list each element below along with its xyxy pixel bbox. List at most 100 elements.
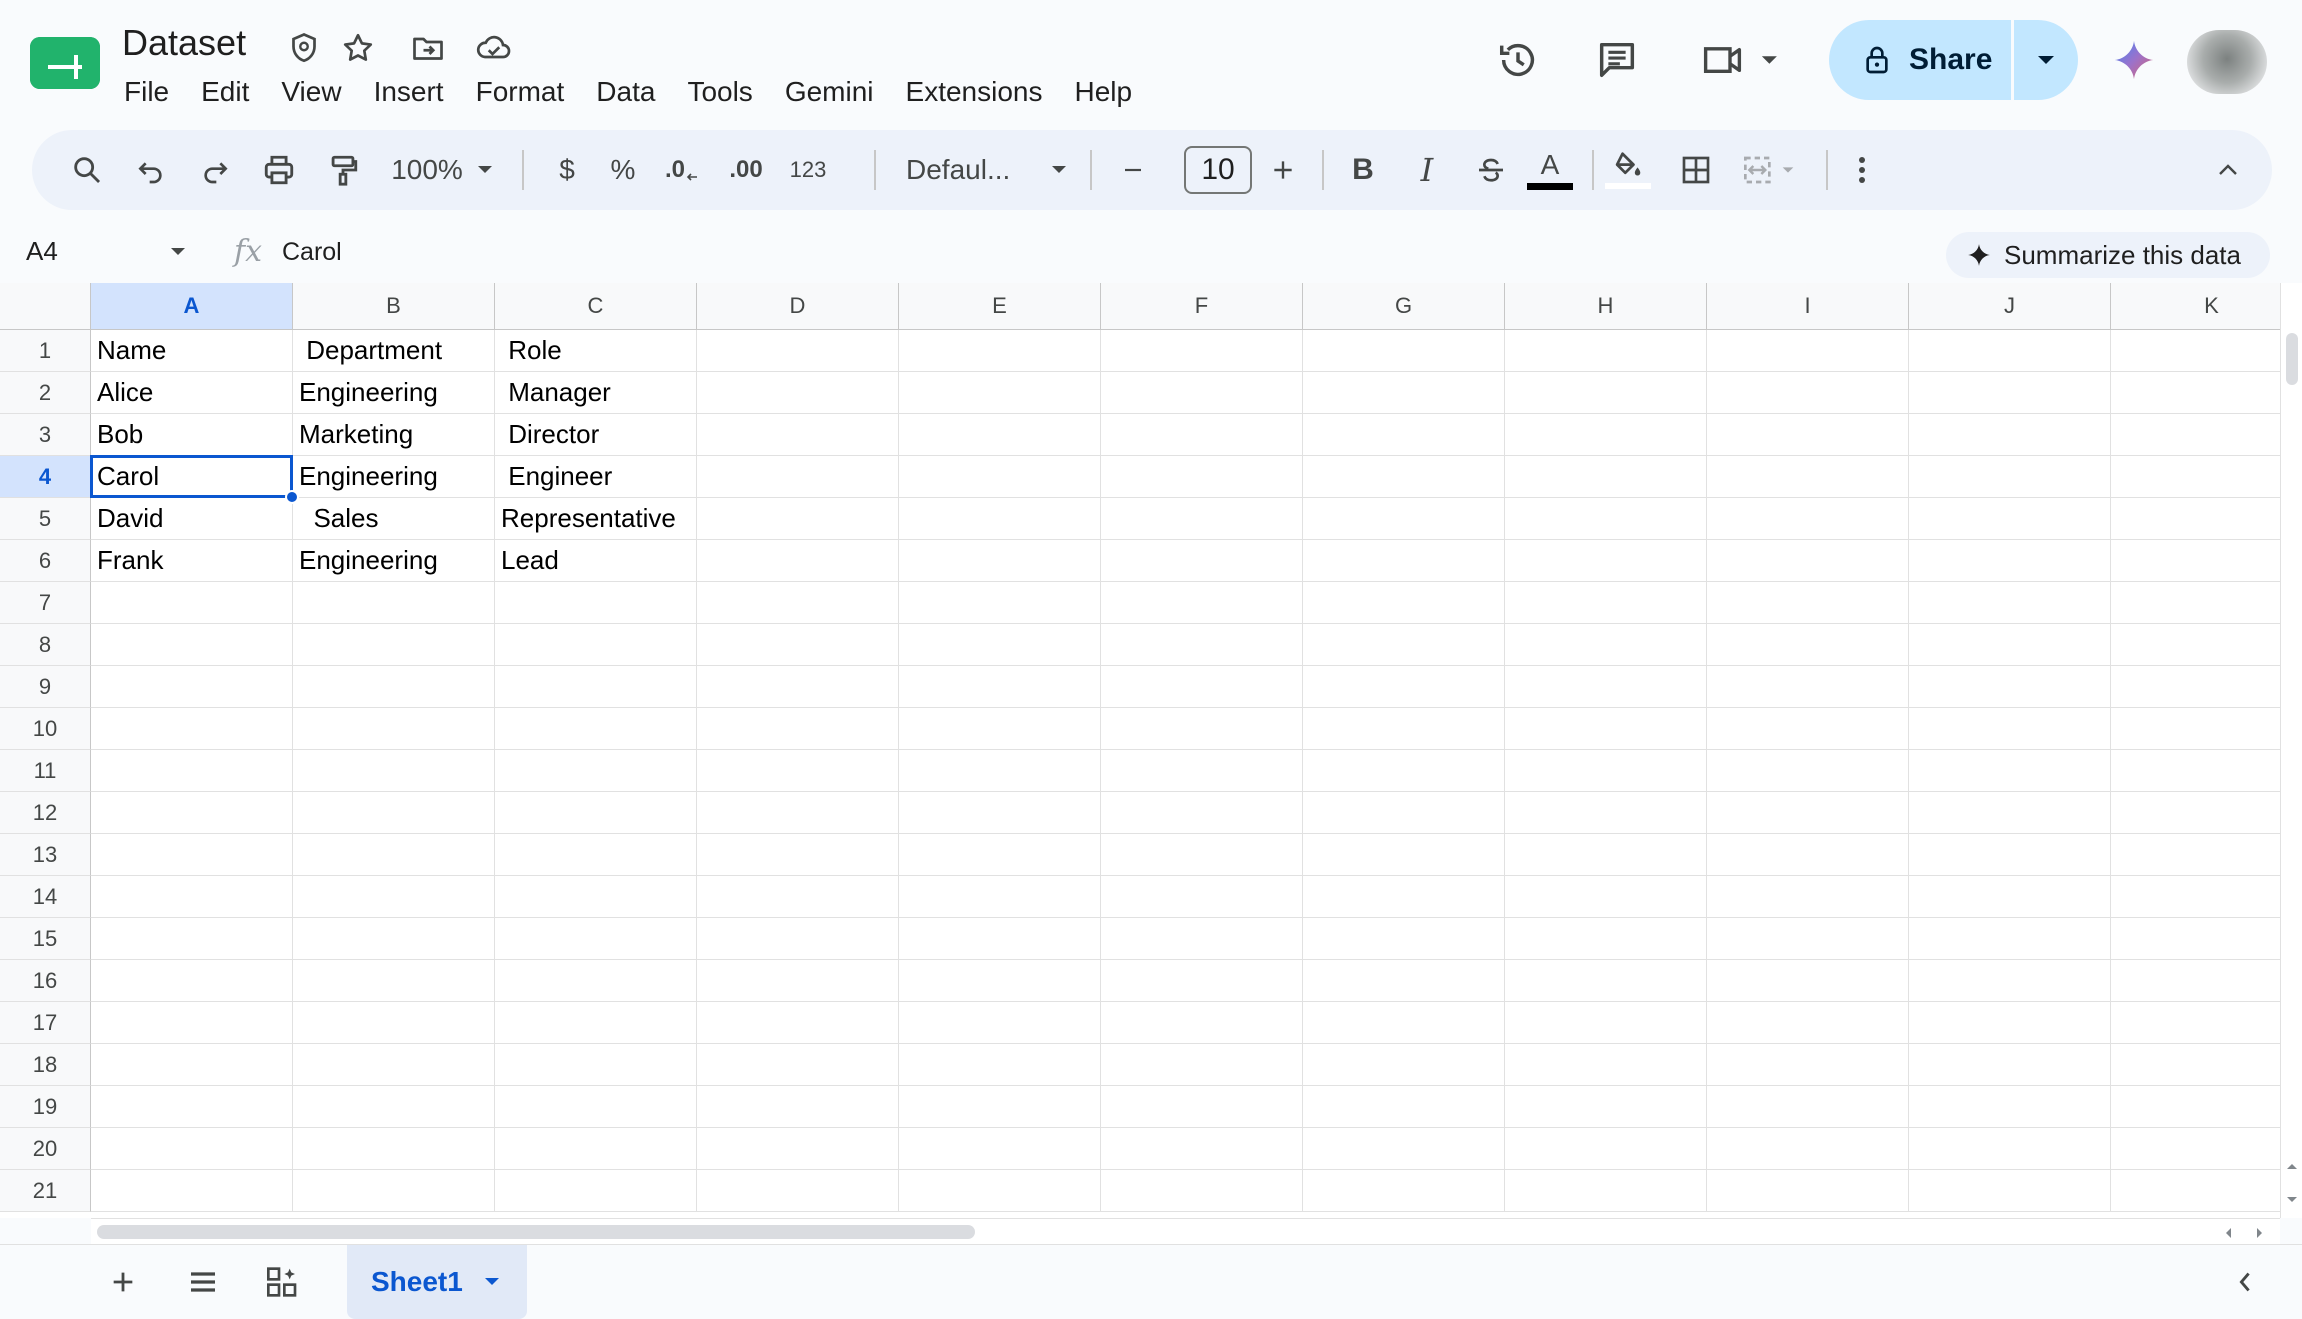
column-header-d[interactable]: D bbox=[697, 283, 899, 330]
cell-b13[interactable] bbox=[293, 834, 495, 876]
menu-extensions[interactable]: Extensions bbox=[890, 72, 1059, 112]
cell-i4[interactable] bbox=[1707, 456, 1909, 498]
menu-insert[interactable]: Insert bbox=[358, 72, 460, 112]
cell-a9[interactable] bbox=[91, 666, 293, 708]
scroll-up-icon[interactable] bbox=[2285, 1161, 2299, 1171]
row-header-2[interactable]: 2 bbox=[0, 372, 91, 414]
decrease-decimal-button[interactable]: .0 bbox=[654, 130, 710, 210]
merge-cells-button[interactable] bbox=[1732, 130, 1812, 210]
cell-d11[interactable] bbox=[697, 750, 899, 792]
cell-k4[interactable] bbox=[2111, 456, 2302, 498]
cell-d15[interactable] bbox=[697, 918, 899, 960]
cell-f10[interactable] bbox=[1101, 708, 1303, 750]
zoom-select[interactable]: 100% bbox=[382, 130, 472, 210]
cell-c13[interactable] bbox=[495, 834, 697, 876]
cell-b2[interactable]: Engineering bbox=[293, 372, 495, 414]
cell-h6[interactable] bbox=[1505, 540, 1707, 582]
cell-a1[interactable]: Name bbox=[91, 330, 293, 372]
cell-f1[interactable] bbox=[1101, 330, 1303, 372]
cell-h9[interactable] bbox=[1505, 666, 1707, 708]
cell-e16[interactable] bbox=[899, 960, 1101, 1002]
cell-k7[interactable] bbox=[2111, 582, 2302, 624]
cell-c8[interactable] bbox=[495, 624, 697, 666]
share-dropdown-button[interactable] bbox=[2014, 20, 2078, 100]
cell-e20[interactable] bbox=[899, 1128, 1101, 1170]
cell-h4[interactable] bbox=[1505, 456, 1707, 498]
scroll-right-icon[interactable] bbox=[2255, 1226, 2265, 1240]
comments-icon[interactable] bbox=[1591, 34, 1643, 86]
column-header-h[interactable]: H bbox=[1505, 283, 1707, 330]
cell-j12[interactable] bbox=[1909, 792, 2111, 834]
cell-j6[interactable] bbox=[1909, 540, 2111, 582]
cell-f19[interactable] bbox=[1101, 1086, 1303, 1128]
cell-d9[interactable] bbox=[697, 666, 899, 708]
cell-d17[interactable] bbox=[697, 1002, 899, 1044]
cell-k17[interactable] bbox=[2111, 1002, 2302, 1044]
cell-g13[interactable] bbox=[1303, 834, 1505, 876]
cell-j5[interactable] bbox=[1909, 498, 2111, 540]
cell-i18[interactable] bbox=[1707, 1044, 1909, 1086]
cell-j7[interactable] bbox=[1909, 582, 2111, 624]
cell-f2[interactable] bbox=[1101, 372, 1303, 414]
cell-k21[interactable] bbox=[2111, 1170, 2302, 1212]
paint-format-icon[interactable] bbox=[318, 130, 368, 210]
cell-a21[interactable] bbox=[91, 1170, 293, 1212]
cell-e10[interactable] bbox=[899, 708, 1101, 750]
cell-d8[interactable] bbox=[697, 624, 899, 666]
cell-f13[interactable] bbox=[1101, 834, 1303, 876]
cell-c18[interactable] bbox=[495, 1044, 697, 1086]
cell-c21[interactable] bbox=[495, 1170, 697, 1212]
cell-f8[interactable] bbox=[1101, 624, 1303, 666]
horizontal-scrollbar[interactable] bbox=[91, 1218, 2280, 1244]
cell-j17[interactable] bbox=[1909, 1002, 2111, 1044]
row-header-21[interactable]: 21 bbox=[0, 1170, 91, 1212]
cell-c3[interactable]: Director bbox=[495, 414, 697, 456]
cell-g16[interactable] bbox=[1303, 960, 1505, 1002]
cell-i2[interactable] bbox=[1707, 372, 1909, 414]
sheet-tab-dropdown-icon[interactable] bbox=[483, 1276, 501, 1288]
cell-i19[interactable] bbox=[1707, 1086, 1909, 1128]
cell-i13[interactable] bbox=[1707, 834, 1909, 876]
cell-h1[interactable] bbox=[1505, 330, 1707, 372]
percent-format-button[interactable]: % bbox=[598, 130, 648, 210]
cell-e9[interactable] bbox=[899, 666, 1101, 708]
cell-i12[interactable] bbox=[1707, 792, 1909, 834]
cell-b20[interactable] bbox=[293, 1128, 495, 1170]
undo-icon[interactable] bbox=[126, 130, 176, 210]
row-header-10[interactable]: 10 bbox=[0, 708, 91, 750]
cell-j11[interactable] bbox=[1909, 750, 2111, 792]
cell-b8[interactable] bbox=[293, 624, 495, 666]
cell-g19[interactable] bbox=[1303, 1086, 1505, 1128]
cell-e2[interactable] bbox=[899, 372, 1101, 414]
cell-e4[interactable] bbox=[899, 456, 1101, 498]
cell-g21[interactable] bbox=[1303, 1170, 1505, 1212]
cell-f7[interactable] bbox=[1101, 582, 1303, 624]
cell-i5[interactable] bbox=[1707, 498, 1909, 540]
menu-view[interactable]: View bbox=[265, 72, 357, 112]
cell-a12[interactable] bbox=[91, 792, 293, 834]
cell-i14[interactable] bbox=[1707, 876, 1909, 918]
cell-h13[interactable] bbox=[1505, 834, 1707, 876]
cell-e8[interactable] bbox=[899, 624, 1101, 666]
cell-c2[interactable]: Manager bbox=[495, 372, 697, 414]
increase-font-size-button[interactable] bbox=[1258, 130, 1308, 210]
scroll-left-icon[interactable] bbox=[2223, 1226, 2233, 1240]
cell-b15[interactable] bbox=[293, 918, 495, 960]
menu-tools[interactable]: Tools bbox=[671, 72, 768, 112]
cell-c20[interactable] bbox=[495, 1128, 697, 1170]
cell-k18[interactable] bbox=[2111, 1044, 2302, 1086]
cell-c7[interactable] bbox=[495, 582, 697, 624]
cell-g4[interactable] bbox=[1303, 456, 1505, 498]
cell-e12[interactable] bbox=[899, 792, 1101, 834]
cell-h15[interactable] bbox=[1505, 918, 1707, 960]
cell-i17[interactable] bbox=[1707, 1002, 1909, 1044]
decrease-font-size-button[interactable] bbox=[1108, 130, 1158, 210]
cell-h17[interactable] bbox=[1505, 1002, 1707, 1044]
collapse-side-panel-icon[interactable] bbox=[2222, 1259, 2268, 1305]
cell-f4[interactable] bbox=[1101, 456, 1303, 498]
cell-j9[interactable] bbox=[1909, 666, 2111, 708]
account-avatar[interactable] bbox=[2187, 30, 2267, 94]
scroll-down-icon[interactable] bbox=[2285, 1195, 2299, 1205]
cell-k2[interactable] bbox=[2111, 372, 2302, 414]
cell-c19[interactable] bbox=[495, 1086, 697, 1128]
